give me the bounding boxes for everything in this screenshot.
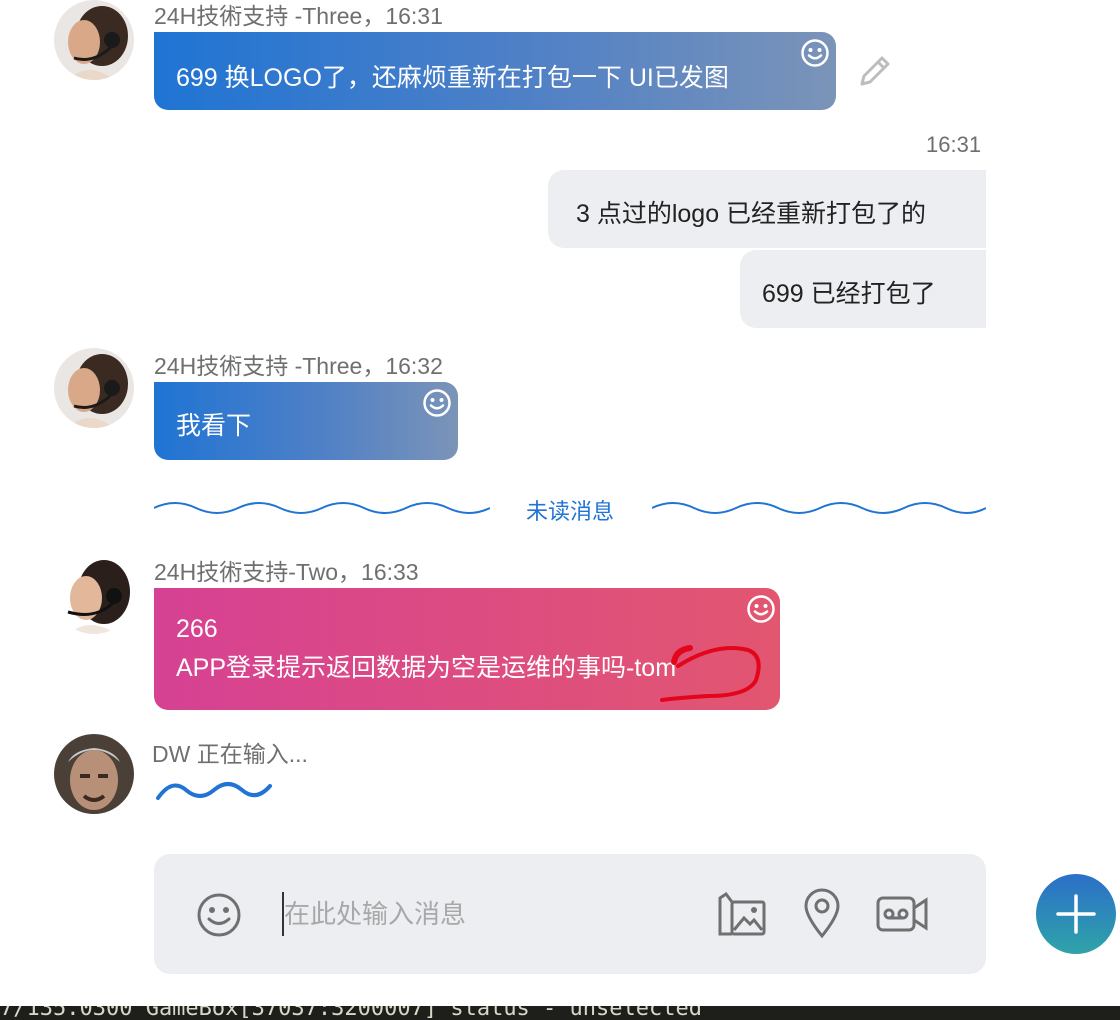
message-text: 699 换LOGO了，还麻烦重新在打包一下 UI已发图: [176, 64, 729, 92]
sender-label: 24H技術支持-Two，16:33: [154, 559, 419, 585]
sender-label: 24H技術支持 -Three，16:32: [154, 353, 443, 379]
gallery-icon[interactable]: [716, 890, 768, 938]
new-action-button[interactable]: [1036, 874, 1116, 954]
incoming-message-bubble[interactable]: 我看下: [154, 382, 458, 460]
outgoing-message-bubble[interactable]: 3 点过的logo 已经重新打包了的: [548, 170, 986, 248]
video-message-icon[interactable]: [876, 896, 928, 932]
message-text: 我看下: [176, 412, 252, 440]
wavy-divider-left: [154, 502, 490, 514]
avatar-support-two[interactable]: [54, 554, 134, 634]
message-composer: [154, 854, 986, 974]
smile-icon[interactable]: [422, 388, 452, 418]
terminal-text: 7/135.0300 GameBox[37037:3200007] status…: [0, 1006, 702, 1020]
plus-icon: [1056, 894, 1096, 934]
smile-icon[interactable]: [746, 594, 776, 624]
message-input[interactable]: [282, 892, 702, 936]
avatar-support-three[interactable]: [54, 0, 134, 80]
message-text: 3 点过的logo 已经重新打包了的: [576, 200, 927, 228]
red-annotation-scribble: [660, 645, 761, 702]
typing-indicator-label: DW 正在输入...: [152, 741, 308, 767]
outgoing-message-bubble[interactable]: 699 已经打包了: [740, 250, 986, 328]
incoming-message-bubble[interactable]: 699 换LOGO了，还麻烦重新在打包一下 UI已发图: [154, 32, 836, 110]
wavy-divider-right: [652, 502, 986, 514]
emoji-icon[interactable]: [196, 892, 242, 938]
unread-divider-label: 未读消息: [525, 499, 614, 524]
avatar-dw[interactable]: [54, 734, 134, 814]
location-pin-icon[interactable]: [802, 888, 842, 940]
avatar-support-three[interactable]: [54, 348, 134, 428]
smile-icon[interactable]: [800, 38, 830, 68]
message-time: 16:31: [926, 132, 982, 157]
pencil-icon[interactable]: [856, 52, 894, 90]
terminal-strip: 7/135.0300 GameBox[37037:3200007] status…: [0, 1006, 1120, 1020]
sender-label: 24H技術支持 -Three，16:31: [154, 3, 443, 29]
message-text: 699 已经打包了: [762, 280, 936, 308]
typing-wave-icon: [156, 782, 272, 800]
